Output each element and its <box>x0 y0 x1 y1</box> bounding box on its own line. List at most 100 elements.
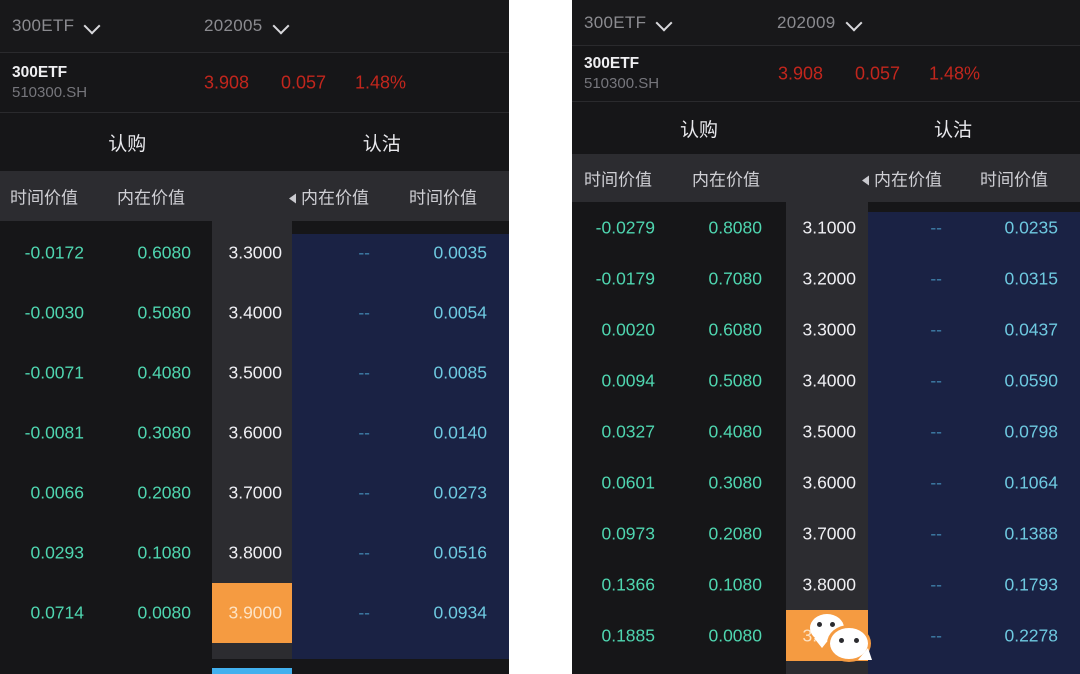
tab-call[interactable]: 认购 <box>572 102 826 154</box>
cell-put-time-value: 0.1793 <box>1004 574 1058 594</box>
table-row[interactable]: 0.0094 0.5080 3.4000 -- 0.0590 <box>572 355 1080 406</box>
cell-put-intrinsic: -- <box>358 482 370 503</box>
cell-call-intrinsic: 0.7080 <box>708 268 762 288</box>
quote-price: 3.908 <box>204 72 250 92</box>
column-header-put-intrinsic-label: 内在价值 <box>301 188 369 208</box>
cell-strike: 3.9000 <box>228 602 282 623</box>
cell-put-intrinsic: -- <box>930 217 942 237</box>
cell-call-time-value: -0.0172 <box>24 242 84 263</box>
triangle-left-icon <box>862 175 869 186</box>
cell-put-intrinsic: -- <box>358 602 370 623</box>
selector-bar: 300ETF 202009 <box>572 0 1080 46</box>
table-row[interactable]: 0.1885 0.0080 3.9000 -- 0.2278 <box>572 610 1080 661</box>
column-header-put-time-value[interactable]: 时间价值 <box>980 166 1048 191</box>
table-row[interactable]: 0.0066 0.2080 3.7000 -- 0.0273 <box>0 463 509 523</box>
cell-call-intrinsic: 0.8080 <box>708 217 762 237</box>
option-chain-table: -0.0279 0.8080 3.1000 -- 0.0235 -0.0179 0.7080… <box>572 202 1080 674</box>
tab-bar: 认购 认沽 <box>0 113 509 171</box>
table-row[interactable]: -0.0172 0.6080 3.3000 -- 0.0035 <box>0 223 509 283</box>
table-row[interactable]: 0.0714 0.0080 3.9000 -- 0.0934 <box>0 583 509 643</box>
table-row[interactable]: -0.0030 0.5080 3.4000 -- 0.0054 <box>0 283 509 343</box>
chevron-down-icon <box>656 14 674 32</box>
table-row[interactable]: 0.0327 0.4080 3.5000 -- 0.0798 <box>572 406 1080 457</box>
table-row[interactable]: 0.0293 0.1080 3.8000 -- 0.0516 <box>0 523 509 583</box>
cell-call-time-value: 0.0020 <box>601 319 655 339</box>
column-header-put-intrinsic-label: 内在价值 <box>874 170 942 190</box>
cell-call-time-value: 0.1366 <box>601 574 655 594</box>
triangle-left-icon <box>289 193 296 204</box>
underlying-selector[interactable]: 300ETF <box>584 0 674 45</box>
month-selector[interactable]: 202009 <box>777 0 864 45</box>
cell-strike: 3.6000 <box>228 422 282 443</box>
option-chain-panel-right: 300ETF 202009 300ETF 510300.SH 3.908 0.0… <box>572 0 1080 674</box>
cell-put-time-value: 0.0140 <box>433 422 487 443</box>
cell-call-time-value: -0.0179 <box>595 268 655 288</box>
quote-change: 0.057 <box>855 63 901 83</box>
cell-strike: 3.9000 <box>802 625 856 645</box>
column-header-put-intrinsic[interactable]: 内在价值 <box>862 166 942 191</box>
cell-strike: 3.3000 <box>228 242 282 263</box>
quote-name: 300ETF <box>12 63 68 81</box>
cell-put-intrinsic: -- <box>358 542 370 563</box>
table-row[interactable]: -0.0071 0.4080 3.5000 -- 0.0085 <box>0 343 509 403</box>
screenshot-root: 300ETF 202005 300ETF 510300.SH 3.908 0.0… <box>0 0 1080 674</box>
column-header-call-intrinsic[interactable]: 内在价值 <box>117 184 185 209</box>
cell-call-time-value: -0.0279 <box>595 217 655 237</box>
column-header-call-intrinsic[interactable]: 内在价值 <box>692 166 760 191</box>
tab-put[interactable]: 认沽 <box>826 102 1080 154</box>
cell-put-intrinsic: -- <box>930 268 942 288</box>
chevron-down-icon <box>84 17 102 35</box>
cell-put-intrinsic: -- <box>358 422 370 443</box>
table-row[interactable]: -0.0081 0.3080 3.6000 -- 0.0140 <box>0 403 509 463</box>
cell-strike: 3.4000 <box>228 302 282 323</box>
table-row[interactable]: 0.0020 0.6080 3.3000 -- 0.0437 <box>572 304 1080 355</box>
cell-strike: 3.5000 <box>228 362 282 383</box>
cell-strike: 3.7000 <box>802 523 856 543</box>
cell-call-intrinsic: 0.6080 <box>137 242 191 263</box>
column-header-call-time-value[interactable]: 时间价值 <box>584 166 652 191</box>
table-row[interactable]: 0.1366 0.1080 3.8000 -- 0.1793 <box>572 559 1080 610</box>
cell-put-time-value: 0.0934 <box>433 602 487 623</box>
cell-strike: 3.8000 <box>228 542 282 563</box>
table-row[interactable]: -0.0179 0.7080 3.2000 -- 0.0315 <box>572 253 1080 304</box>
cell-put-intrinsic: -- <box>930 523 942 543</box>
quote-name: 300ETF <box>584 54 640 72</box>
table-row[interactable]: 0.0601 0.3080 3.6000 -- 0.1064 <box>572 457 1080 508</box>
tab-call[interactable]: 认购 <box>0 113 255 171</box>
cell-put-time-value: 0.0235 <box>1004 217 1058 237</box>
selector-bar: 300ETF 202005 <box>0 0 509 53</box>
column-header-call-time-value[interactable]: 时间价值 <box>10 184 78 209</box>
table-row[interactable]: -0.0279 0.8080 3.1000 -- 0.0235 <box>572 202 1080 253</box>
chevron-down-icon <box>273 17 291 35</box>
cell-call-intrinsic: 0.5080 <box>137 302 191 323</box>
quote-identity: 300ETF 510300.SH <box>584 52 659 94</box>
table-row[interactable]: 0.0973 0.2080 3.7000 -- 0.1388 <box>572 508 1080 559</box>
cell-call-intrinsic: 0.3080 <box>708 472 762 492</box>
quote-row[interactable]: 300ETF 510300.SH 3.908 0.057 1.48% <box>0 53 509 113</box>
cell-call-time-value: 0.1885 <box>601 625 655 645</box>
cell-put-intrinsic: -- <box>358 362 370 383</box>
column-header-put-time-value[interactable]: 时间价值 <box>409 184 477 209</box>
cell-call-time-value: 0.0714 <box>30 602 84 623</box>
cell-put-intrinsic: -- <box>930 319 942 339</box>
cell-call-intrinsic: 0.5080 <box>708 370 762 390</box>
month-selector[interactable]: 202005 <box>204 0 291 52</box>
chevron-down-icon <box>846 14 864 32</box>
quote-change-percent: 1.48% <box>355 72 407 92</box>
underlying-selector[interactable]: 300ETF <box>12 0 102 52</box>
cell-put-intrinsic: -- <box>930 421 942 441</box>
quote-change-percent: 1.48% <box>929 63 981 83</box>
month-selector-label: 202005 <box>204 16 263 35</box>
cell-call-time-value: 0.0066 <box>30 482 84 503</box>
tab-put[interactable]: 认沽 <box>255 113 510 171</box>
cell-call-intrinsic: 0.6080 <box>708 319 762 339</box>
column-header-row: 时间价值 内在价值 内在价值 时间价值 <box>0 171 509 221</box>
cell-strike: 3.2000 <box>802 268 856 288</box>
cell-strike: 3.6000 <box>802 472 856 492</box>
cell-put-intrinsic: -- <box>930 472 942 492</box>
cell-put-time-value: 0.0315 <box>1004 268 1058 288</box>
quote-row[interactable]: 300ETF 510300.SH 3.908 0.057 1.48% <box>572 46 1080 102</box>
cell-strike: 3.4000 <box>802 370 856 390</box>
month-selector-label: 202009 <box>777 12 836 32</box>
column-header-put-intrinsic[interactable]: 内在价值 <box>289 184 369 209</box>
